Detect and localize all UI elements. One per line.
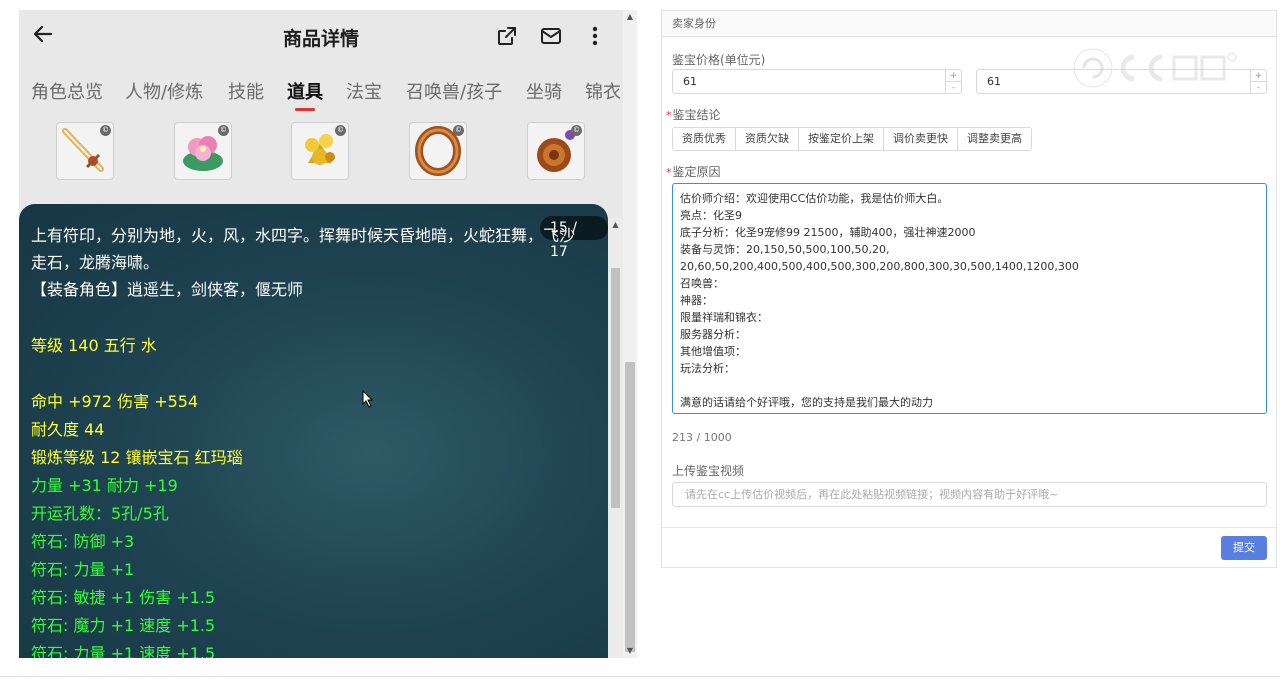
desc-line: 符石: 魔力 +1 速度 +1.5: [31, 616, 216, 635]
category-tabs: 角色总览 人物/修炼 技能 道具 法宝 召唤兽/孩子 坐骑 锦衣: [19, 76, 623, 116]
tab-character-cultivation[interactable]: 人物/修炼: [125, 78, 203, 104]
scroll-down-arrow-icon[interactable]: ▼: [623, 644, 637, 658]
page-scroll-thumb[interactable]: [625, 362, 635, 652]
item-badge: ©: [571, 125, 582, 136]
top-bar: 商品详情: [19, 10, 623, 65]
item-strip: © © © © ©: [19, 122, 623, 184]
desc-line: 【装备角色】逍遥生，剑侠客，偃无师: [31, 280, 304, 299]
card-scroll-thumb[interactable]: [611, 268, 620, 508]
item-badge: ©: [453, 125, 464, 136]
cc-watermark-logo: [1072, 47, 1237, 89]
submit-button[interactable]: 提交: [1221, 536, 1267, 560]
active-tab-indicator: [295, 108, 315, 111]
item-slot-amulet[interactable]: ©: [527, 122, 585, 180]
desc-line: 耐久度 44: [31, 420, 105, 439]
item-slot-sword[interactable]: ©: [56, 122, 114, 180]
required-mark: *: [666, 166, 672, 179]
item-slot-bronze-ring[interactable]: ©: [409, 122, 467, 180]
scroll-up-arrow-icon[interactable]: ▲: [623, 10, 637, 24]
conclusion-option-poor-quality[interactable]: 资质欠缺: [735, 127, 799, 151]
item-badge: ©: [100, 125, 111, 136]
price-max-value: 61: [987, 75, 1001, 88]
conclusion-option-sell-faster[interactable]: 调价卖更快: [883, 127, 958, 151]
more-menu-icon[interactable]: [583, 24, 607, 48]
item-description-card: 15 / 17 上有符印，分别为地，火，风，水四字。挥舞时候天昏地暗，火蛇狂舞，…: [19, 204, 608, 658]
phone-screen: 商品详情 角色总览 人物/修炼 技能 道具 法宝 召唤兽/孩子 坐骑 锦衣 © …: [19, 10, 623, 658]
reason-textarea[interactable]: 估价师介绍：欢迎使用CC估价功能，我是估价师大白。 亮点：化圣9 底子分析：化圣…: [672, 183, 1267, 414]
desc-line: 开运孔数：5孔/5孔: [31, 504, 169, 523]
desc-line: 命中 +972 伤害 +554: [31, 392, 199, 411]
price-min-value: 61: [683, 75, 697, 88]
tab-skills[interactable]: 技能: [228, 78, 264, 104]
conclusion-label-row: *鉴宝结论: [666, 106, 721, 123]
decrement-button[interactable]: -: [1250, 82, 1266, 94]
item-slot-lotus[interactable]: ©: [174, 122, 232, 180]
desc-line: 力量 +31 耐力 +19: [31, 476, 178, 495]
increment-button[interactable]: +: [945, 70, 961, 82]
desc-line: 符石: 敏捷 +1 伤害 +1.5: [31, 588, 216, 607]
desc-line: 走石，龙腾海啸。: [31, 253, 160, 272]
appraisal-form: 卖家身份 鉴宝价格(单位元) 61 + - 61 + - *鉴宝结论 资质优秀 …: [661, 10, 1277, 568]
video-link-input[interactable]: 请先在cc上传估价视频后，再在此处粘贴视频链接；视频内容有助于好评哦~: [672, 482, 1267, 507]
tab-outfits[interactable]: 锦衣: [585, 78, 621, 104]
tab-items[interactable]: 道具: [287, 78, 323, 104]
desc-line: 符石: 力量 +1 速度 +1.5: [31, 644, 216, 658]
increment-button[interactable]: +: [1250, 70, 1266, 82]
mouse-cursor-icon: [362, 390, 374, 408]
video-label: 上传鉴宝视频: [672, 464, 745, 478]
required-mark: *: [666, 109, 672, 122]
char-counter: 213 / 1000: [672, 431, 732, 444]
decrement-button[interactable]: -: [945, 82, 961, 94]
price-min-input[interactable]: 61 + -: [672, 69, 962, 94]
desc-line: 符石: 力量 +1: [31, 560, 135, 579]
conclusion-label: 鉴宝结论: [672, 108, 721, 122]
card-scrollbar[interactable]: ▲: [608, 218, 623, 658]
conclusion-option-good-quality[interactable]: 资质优秀: [672, 127, 736, 151]
form-footer: [662, 527, 1276, 567]
conclusion-option-sell-higher[interactable]: 调整卖更高: [957, 127, 1032, 151]
tab-summons-children[interactable]: 召唤兽/孩子: [406, 78, 502, 104]
desc-line: 上有符印，分别为地，火，风，水四字。挥舞时候天昏地暗，火蛇狂舞，飞沙: [31, 226, 576, 245]
item-slot-golden-flower[interactable]: ©: [291, 122, 349, 180]
form-header: 卖家身份: [662, 11, 1276, 37]
mail-icon[interactable]: [539, 24, 563, 48]
tab-role-overview[interactable]: 角色总览: [31, 78, 103, 104]
page-title: 商品详情: [282, 28, 359, 50]
desc-line: 等级 140 五行 水: [31, 336, 157, 355]
share-icon[interactable]: [495, 24, 519, 48]
page-scrollbar[interactable]: ▲ ▼: [623, 10, 637, 658]
tab-treasure[interactable]: 法宝: [346, 78, 382, 104]
item-badge: ©: [218, 125, 229, 136]
desc-line: 符石: 防御 +3: [31, 532, 135, 551]
item-badge: ©: [335, 125, 346, 136]
conclusion-button-group: 资质优秀 资质欠缺 按鉴定价上架 调价卖更快 调整卖更高: [672, 127, 1032, 151]
price-label: 鉴宝价格(单位元): [672, 53, 766, 67]
desc-line: 锻炼等级 12 镶嵌宝石 红玛瑙: [31, 448, 243, 467]
conclusion-option-list-at-appraised[interactable]: 按鉴定价上架: [798, 127, 884, 151]
reason-label: 鉴定原因: [672, 165, 721, 179]
reason-label-row: *鉴定原因: [666, 163, 721, 180]
bottom-divider: [0, 676, 1280, 677]
tab-mounts[interactable]: 坐骑: [526, 78, 562, 104]
scroll-up-arrow-icon[interactable]: ▲: [608, 220, 623, 229]
